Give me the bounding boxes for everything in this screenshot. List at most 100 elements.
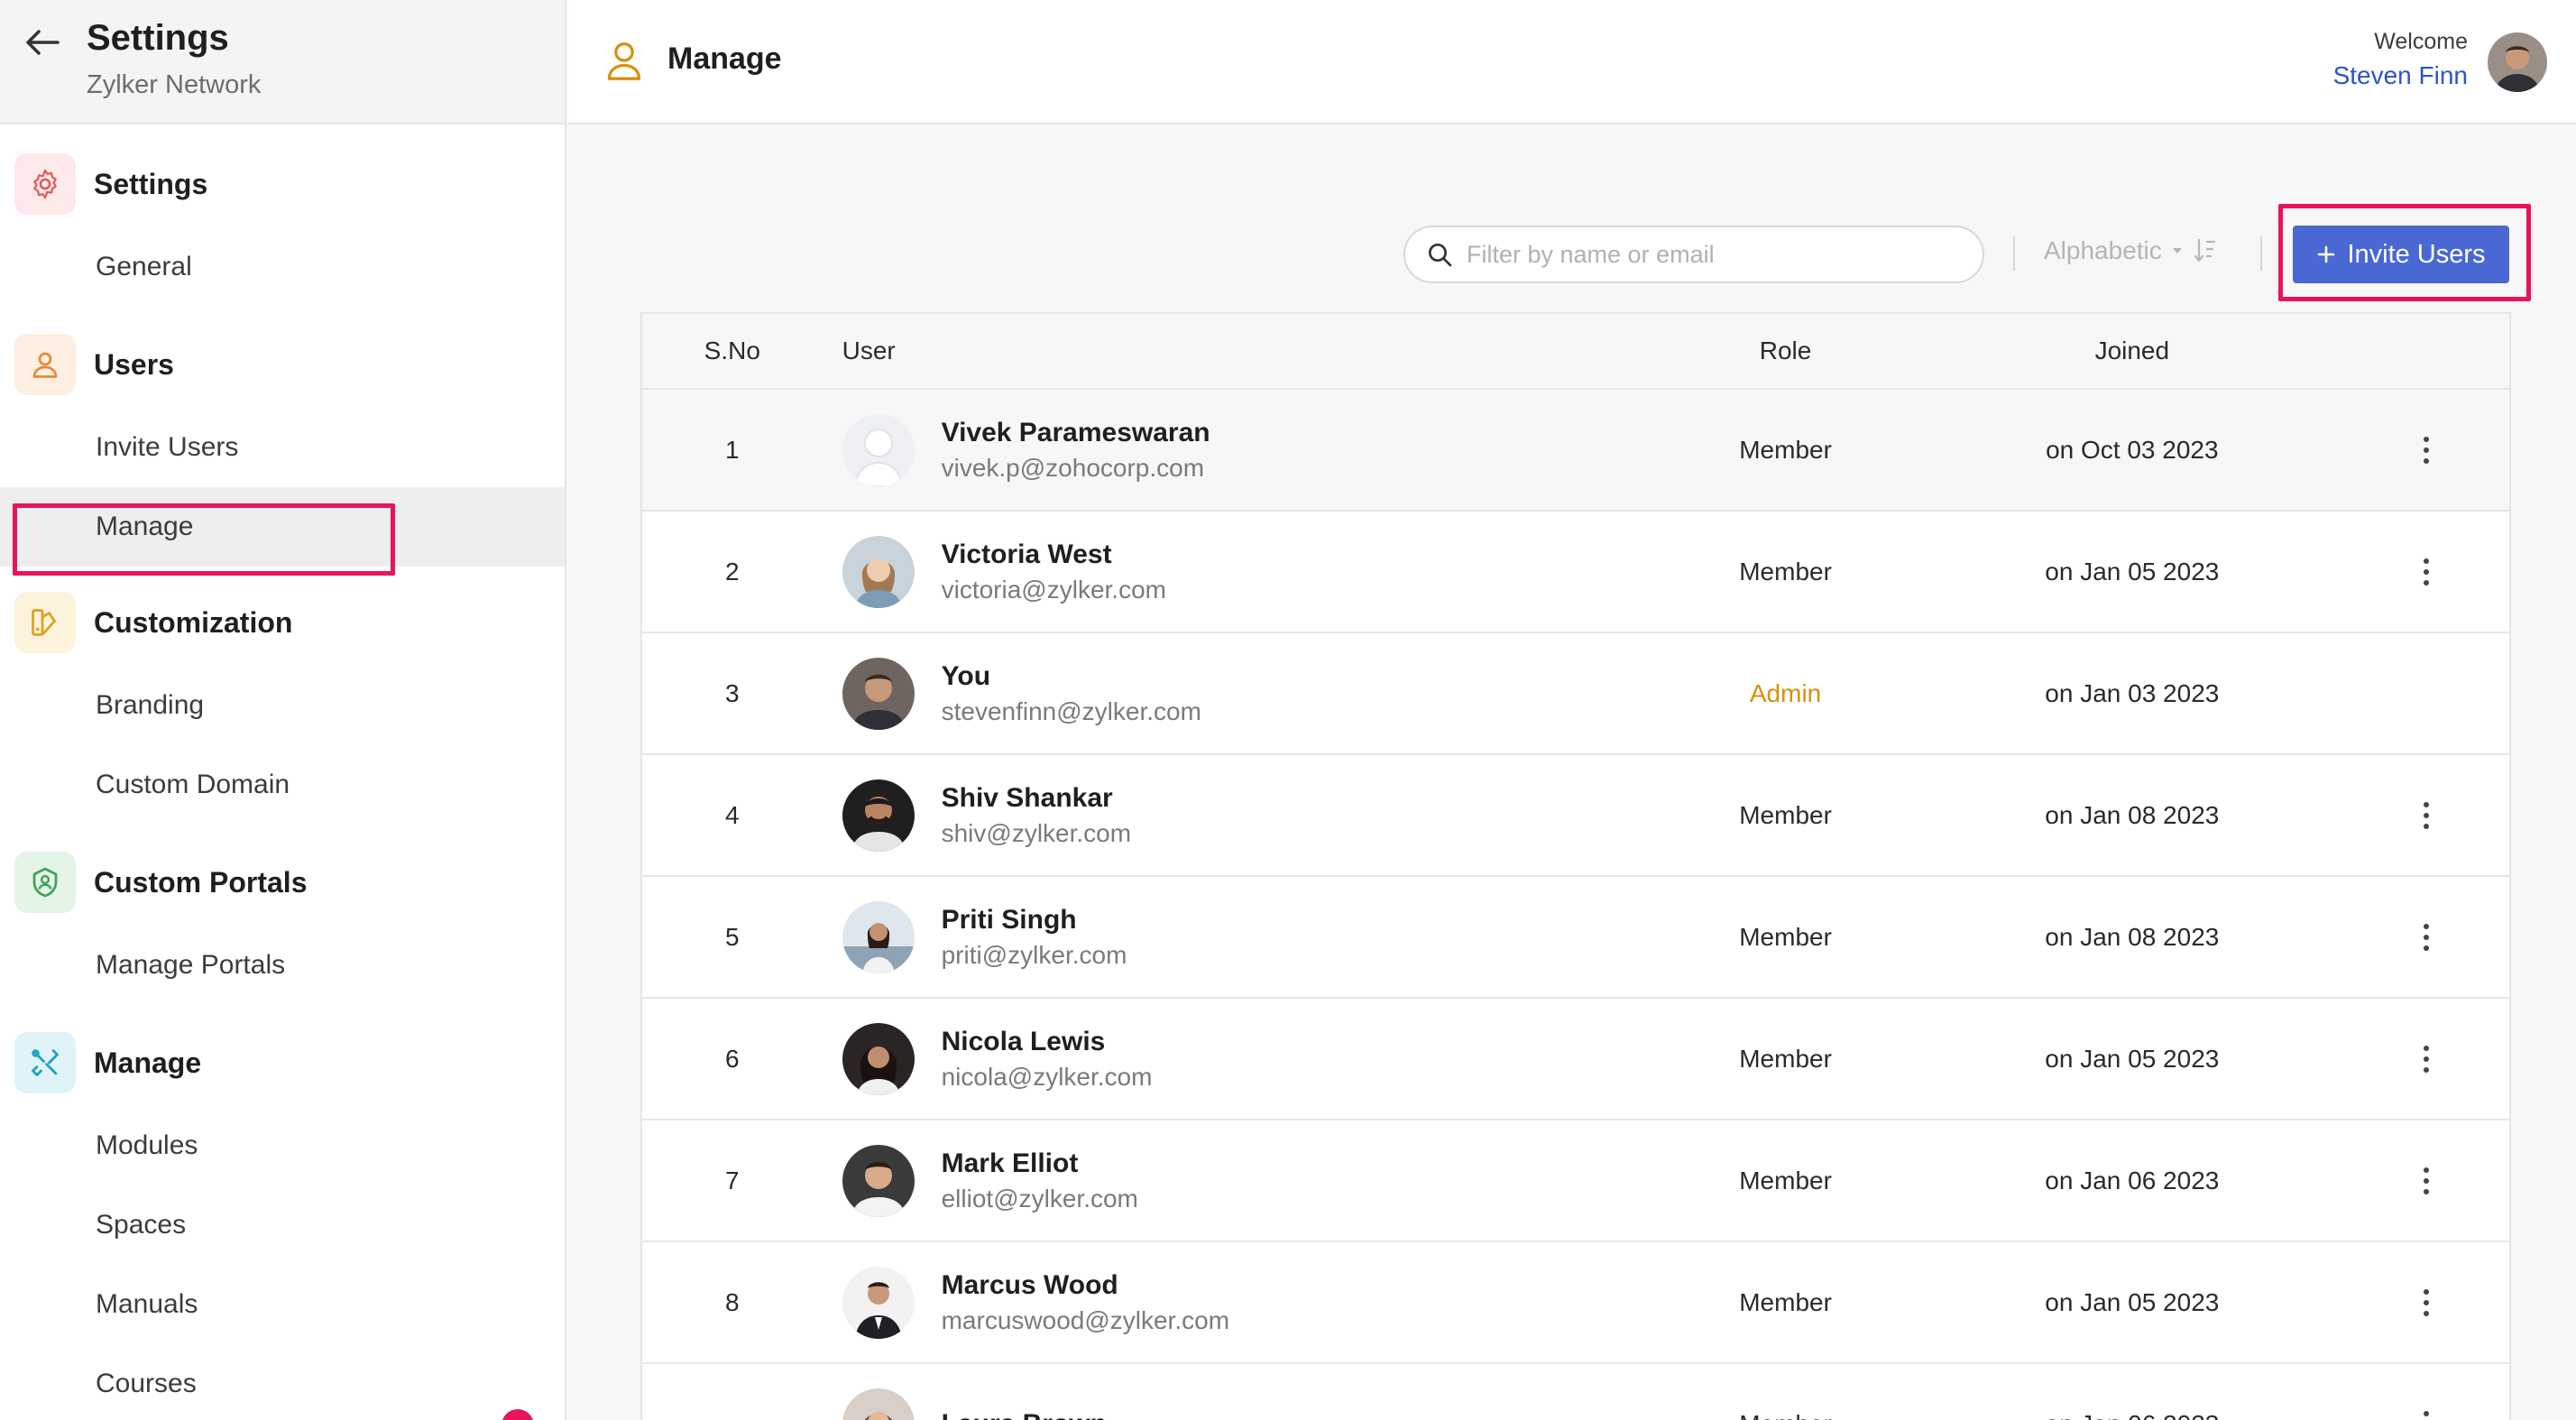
row-number: 5: [725, 922, 740, 951]
column-header-joined: Joined: [2094, 337, 2170, 364]
user-icon: [14, 334, 76, 395]
welcome-label: Welcome: [2374, 29, 2468, 54]
table-row[interactable]: Laura Brown Member on Jan 06 2023: [642, 1364, 2509, 1420]
user-role: Admin: [1749, 678, 1822, 707]
user-email: stevenfinn@zylker.com: [941, 696, 1201, 725]
page-title: Manage: [667, 41, 782, 76]
table-row[interactable]: 8 Marcus Wood marcuswood@zylker.com Memb…: [642, 1242, 2509, 1364]
user-email: vivek.p@zohocorp.com: [941, 453, 1205, 482]
more-options-icon[interactable]: [2408, 1158, 2444, 1203]
invite-users-label: Invite Users: [2347, 239, 2486, 269]
sidebar-title: Settings: [87, 18, 229, 58]
sidebar-item-branding[interactable]: Branding: [0, 666, 565, 745]
more-options-icon[interactable]: [2408, 549, 2444, 595]
user-role: Member: [1739, 1044, 1832, 1073]
sidebar-section-label: Manage: [94, 1046, 202, 1079]
search-input[interactable]: [1467, 240, 1954, 269]
avatar: [842, 413, 915, 486]
avatar: [842, 657, 915, 730]
table-row[interactable]: 6 Nicola Lewis nicola@zylker.com Member …: [642, 999, 2509, 1120]
user-email: elliot@zylker.com: [941, 1184, 1138, 1213]
more-options-icon[interactable]: [2408, 915, 2444, 960]
caret-down-icon: [2172, 248, 2182, 254]
sidebar-item-spaces[interactable]: Spaces: [0, 1185, 565, 1265]
row-number: 7: [725, 1166, 740, 1194]
sort-dropdown[interactable]: Alphabetic: [2044, 236, 2218, 265]
sidebar-item-manage[interactable]: Manage: [0, 487, 565, 567]
sidebar-subtitle: Zylker Network: [87, 70, 262, 99]
avatar: [842, 1266, 915, 1339]
user-cell: You stevenfinn@zylker.com: [823, 657, 1651, 730]
search-icon: [1429, 244, 1452, 267]
user-cell: Priti Singh priti@zylker.com: [823, 900, 1651, 973]
sidebar-item-modules[interactable]: Modules: [0, 1106, 565, 1185]
joined-date: on Jan 08 2023: [2045, 800, 2220, 829]
column-header-role: Role: [1759, 337, 1812, 364]
user-role: Member: [1651, 1410, 1920, 1420]
sidebar-item-courses[interactable]: Courses: [0, 1344, 565, 1420]
invite-users-button[interactable]: Invite Users: [2293, 226, 2509, 283]
sidebar-header: Settings Zylker Network: [0, 0, 565, 124]
user-cell: Mark Elliot elliot@zylker.com: [823, 1144, 1651, 1217]
table-row[interactable]: 3 You stevenfinn@zylker.com Admin on Jan…: [642, 633, 2509, 755]
user-cell: Shiv Shankar shiv@zylker.com: [823, 779, 1651, 852]
avatar: [842, 779, 915, 852]
user-role: Member: [1739, 435, 1832, 464]
table-row[interactable]: 5 Priti Singh priti@zylker.com Member on…: [642, 877, 2509, 999]
user-name: Marcus Wood: [941, 1269, 1118, 1300]
user-email: victoria@zylker.com: [941, 575, 1166, 604]
user-cell: Victoria West victoria@zylker.com: [823, 535, 1651, 608]
user-name: Priti Singh: [941, 904, 1077, 935]
table-row[interactable]: 4 Shiv Shankar shiv@zylker.com Member on…: [642, 755, 2509, 877]
back-button[interactable]: [20, 20, 65, 65]
table-header: S.No User Role Joined: [642, 314, 2509, 390]
more-options-icon[interactable]: [2408, 793, 2444, 838]
more-options-icon[interactable]: [2408, 428, 2444, 473]
joined-date: on Oct 03 2023: [2046, 435, 2219, 464]
avatar[interactable]: [2488, 32, 2547, 92]
more-options-icon[interactable]: [2408, 1280, 2444, 1325]
user-email: nicola@zylker.com: [941, 1062, 1153, 1091]
sidebar-section-label: Settings: [94, 167, 208, 200]
sidebar-item-general[interactable]: General: [0, 227, 565, 307]
user-role: Member: [1739, 1287, 1832, 1316]
more-options-icon[interactable]: [2408, 1037, 2444, 1082]
user-cell: Marcus Wood marcuswood@zylker.com: [823, 1266, 1651, 1339]
sort-label: Alphabetic: [2044, 236, 2162, 264]
table-row[interactable]: 2 Victoria West victoria@zylker.com Memb…: [642, 512, 2509, 633]
joined-date: on Jan 08 2023: [2045, 922, 2220, 951]
sidebar-item-custom-domain[interactable]: Custom Domain: [0, 745, 565, 825]
palette-icon: [14, 592, 76, 653]
user-name: Mark Elliot: [941, 1148, 1079, 1178]
table-row[interactable]: 7 Mark Elliot elliot@zylker.com Member o…: [642, 1120, 2509, 1242]
app-root: Settings Zylker Network Settings General…: [0, 0, 2576, 1420]
avatar: [842, 1022, 915, 1095]
sidebar-item-invite-users[interactable]: Invite Users: [0, 408, 565, 487]
sidebar-section-users: Users: [0, 321, 565, 408]
sidebar-section-custom-portals: Custom Portals: [0, 839, 565, 926]
user-name: You: [941, 660, 991, 691]
joined-date: on Jan 05 2023: [2045, 1044, 2220, 1073]
row-number: 6: [725, 1044, 740, 1073]
sort-order-icon[interactable]: [2193, 236, 2218, 265]
sidebar-item-manuals[interactable]: Manuals: [0, 1265, 565, 1344]
sidebar: Settings Zylker Network Settings General…: [0, 0, 566, 1420]
row-number: 2: [725, 557, 740, 586]
more-options-icon[interactable]: [2408, 1402, 2444, 1420]
user-icon: [604, 38, 644, 88]
plus-icon: [2318, 245, 2335, 263]
user-email: shiv@zylker.com: [941, 818, 1132, 847]
row-number: 4: [725, 800, 740, 829]
sidebar-section-customization: Customization: [0, 579, 565, 666]
user-name: Nicola Lewis: [941, 1026, 1106, 1056]
top-header: Manage Welcome Steven Finn: [568, 0, 2576, 124]
row-number: 8: [725, 1287, 740, 1316]
table-row[interactable]: 1 Vivek Parameswaran vivek.p@zohocorp.co…: [642, 390, 2509, 512]
current-user-name[interactable]: Steven Finn: [2333, 61, 2468, 90]
arrow-left-icon: [26, 30, 60, 55]
sidebar-item-manage-portals[interactable]: Manage Portals: [0, 926, 565, 1005]
search-box[interactable]: [1403, 226, 1984, 283]
sidebar-section-manage: Manage: [0, 1019, 565, 1106]
row-number: 3: [725, 678, 740, 707]
user-role: Member: [1739, 1166, 1832, 1194]
